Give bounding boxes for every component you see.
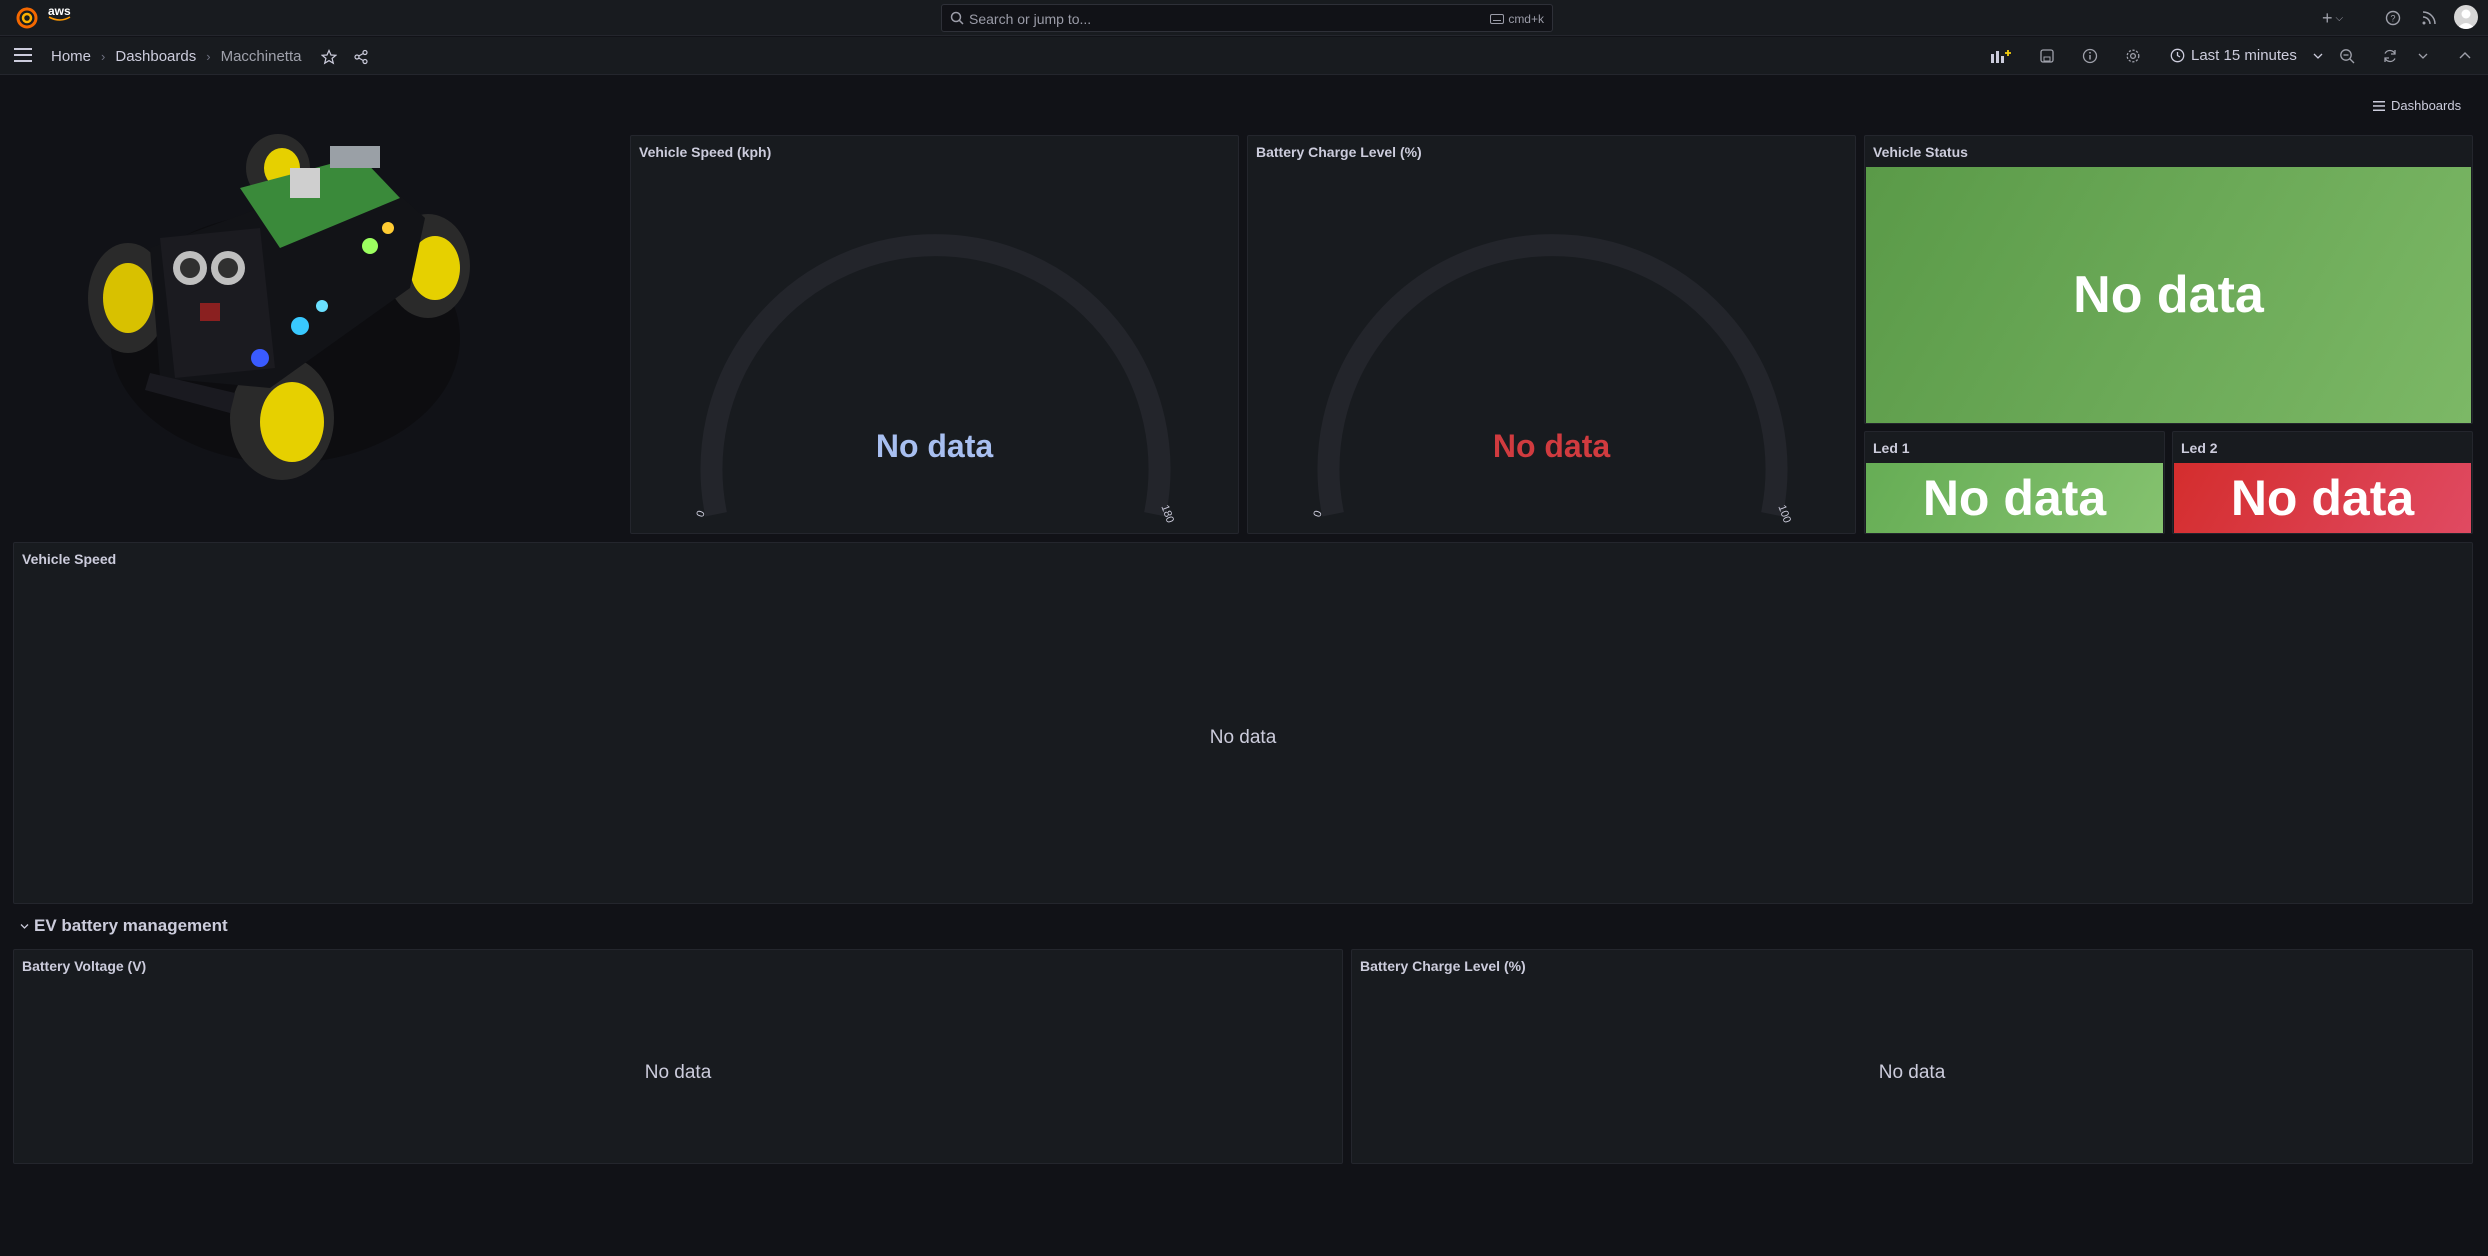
breadcrumb-separator-icon: › [101, 49, 106, 64]
breadcrumb-current: Macchinetta [220, 48, 302, 65]
user-avatar[interactable] [2454, 5, 2478, 29]
star-icon[interactable] [321, 48, 338, 65]
keyboard-icon [1490, 14, 1505, 24]
svg-text:?: ? [2390, 14, 2395, 24]
grafana-logo-icon[interactable] [14, 5, 40, 31]
search-placeholder: Search or jump to... [969, 11, 1092, 27]
time-range-picker[interactable]: Last 15 minutes [2170, 47, 2323, 64]
no-data-message: No data [644, 1062, 712, 1083]
search-shortcut-label: cmd+k [1508, 12, 1544, 26]
robot-car-image [88, 134, 470, 480]
help-icon[interactable]: ? [2385, 10, 2401, 26]
list-icon [2373, 100, 2385, 111]
vehicle-speed-timeseries-panel[interactable]: Vehicle Speed No data [13, 542, 2473, 904]
time-range-label: Last 15 minutes [2191, 47, 2297, 64]
refresh-interval-chevron-icon[interactable] [2418, 52, 2428, 60]
row-ev-battery-management[interactable]: EV battery management [20, 916, 228, 936]
battery-voltage-panel[interactable]: Battery Voltage (V) No data [13, 949, 1343, 1164]
top-bar: aws Search or jump to... cmd+k + ⌵ ? [0, 0, 2488, 36]
led2-value: No data [2174, 463, 2471, 533]
dashboard-nav-bar: Home › Dashboards › Macchinetta Last 15 … [0, 37, 2488, 75]
breadcrumb: Home › Dashboards › Macchinetta [51, 48, 369, 65]
share-icon[interactable] [353, 49, 369, 65]
no-data-message: No data [1878, 1062, 1946, 1083]
led2-panel[interactable]: Led 2 No data [2172, 431, 2473, 534]
aws-logo: aws [48, 4, 72, 22]
gear-icon[interactable] [2125, 48, 2141, 64]
panel-title: Battery Charge Level (%) [1360, 958, 1526, 974]
info-icon[interactable] [2082, 48, 2098, 64]
vehicle-speed-gauge-panel[interactable]: Vehicle Speed (kph) 0 180 No data [630, 135, 1239, 534]
plus-icon: + [2322, 7, 2333, 28]
battery-charge-gauge-panel[interactable]: Battery Charge Level (%) 0 100 No data [1247, 135, 1856, 534]
search-bar[interactable]: Search or jump to... cmd+k [941, 4, 1553, 32]
battery-gauge-arc [1317, 234, 1788, 517]
add-panel-icon[interactable] [1990, 48, 2012, 64]
dashboards-link-label: Dashboards [2391, 98, 2462, 113]
collapse-chevron-up-icon[interactable] [2459, 51, 2471, 59]
led1-text: No data [1922, 470, 2107, 526]
panel-title: Vehicle Speed [22, 551, 117, 567]
vehicle-status-value: No data [1866, 167, 2471, 423]
clock-icon [2170, 48, 2185, 63]
panel-title: Battery Voltage (V) [22, 958, 147, 974]
panel-title: Vehicle Status [1873, 144, 1968, 160]
battery-gauge-value: No data [1492, 428, 1611, 464]
chevron-down-icon [2313, 53, 2323, 59]
led2-text: No data [2230, 470, 2415, 526]
zoom-out-icon[interactable] [2339, 48, 2355, 64]
led1-panel[interactable]: Led 1 No data [1864, 431, 2165, 534]
breadcrumb-dashboards[interactable]: Dashboards [115, 48, 196, 65]
speed-gauge-arc [700, 234, 1171, 517]
panel-title: Led 1 [1873, 440, 1910, 456]
chevron-down-icon [20, 923, 29, 929]
breadcrumb-separator-icon: › [206, 49, 211, 64]
vehicle-status-text: No data [2073, 266, 2264, 324]
save-icon[interactable] [2040, 49, 2054, 63]
vehicle-status-panel[interactable]: Vehicle Status No data [1864, 135, 2473, 424]
search-shortcut: cmd+k [1490, 12, 1544, 26]
refresh-icon[interactable] [2382, 48, 2398, 64]
no-data-message: No data [1209, 727, 1277, 748]
news-rss-icon[interactable] [2421, 10, 2437, 26]
dashboards-link[interactable]: Dashboards [2373, 98, 2461, 113]
chevron-down-icon: ⌵ [2335, 12, 2344, 24]
new-menu[interactable]: + ⌵ [2322, 6, 2343, 30]
row-title-label: EV battery management [34, 916, 228, 935]
battery-charge-timeseries-panel[interactable]: Battery Charge Level (%) No data [1351, 949, 2473, 1164]
led1-value: No data [1866, 463, 2163, 533]
breadcrumb-home[interactable]: Home [51, 48, 91, 65]
menu-icon[interactable] [14, 47, 32, 63]
search-icon [950, 11, 964, 25]
panel-title: Led 2 [2181, 440, 2218, 456]
speed-gauge-value: No data [875, 428, 994, 464]
